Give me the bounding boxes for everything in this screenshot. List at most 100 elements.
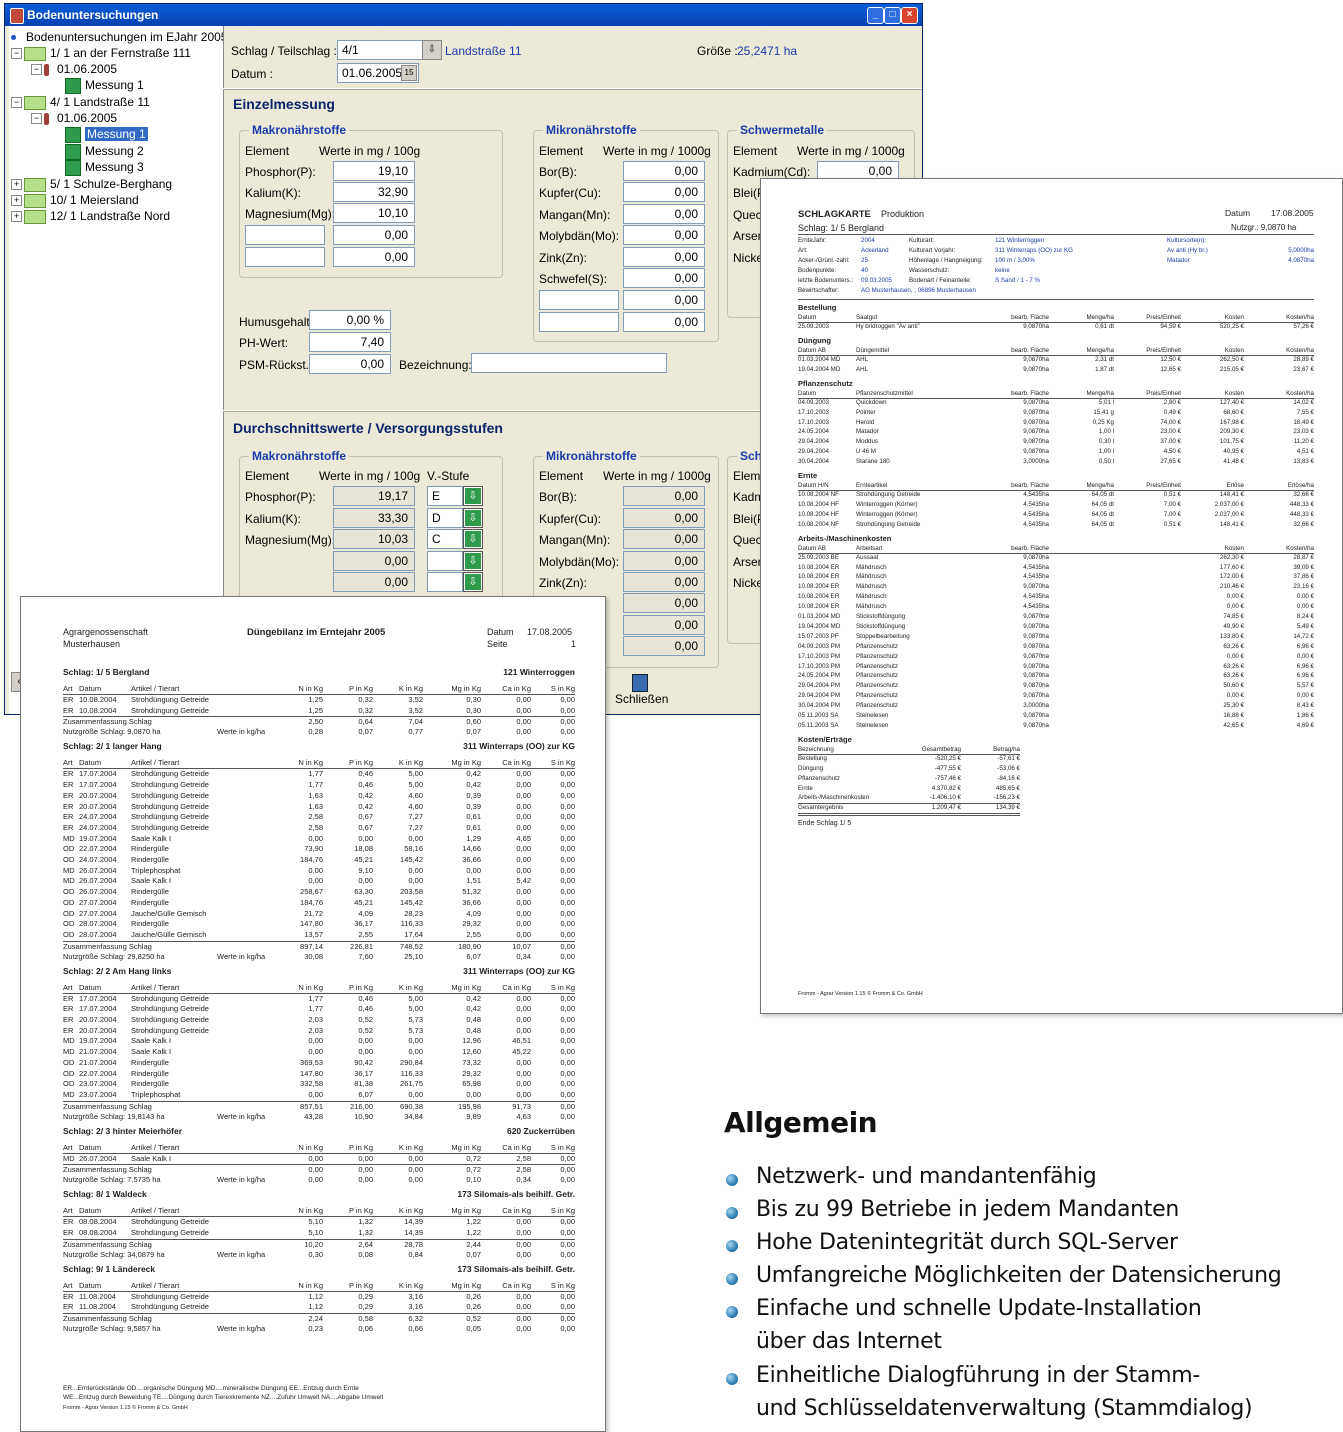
tree-root[interactable]: Bodenuntersuchungen im EJahr 2005: [11, 29, 223, 45]
tree-item-schlag-4[interactable]: −4/ 1 Landstraße 11: [11, 94, 150, 110]
zink-input[interactable]: 0,00: [623, 247, 705, 267]
element-input[interactable]: [245, 247, 325, 267]
cell: keine: [995, 267, 1010, 274]
col-element: Element: [539, 144, 584, 158]
cell: Schlag: 2/ 3 hinter Meierhöfer: [63, 1125, 183, 1136]
cell: Strohdüngung Getreide: [131, 993, 209, 1003]
tree-item-messung-selected[interactable]: Messung 1: [65, 126, 148, 143]
table-cell: 0,51 €: [1163, 520, 1181, 528]
cell: 0,00: [308, 1175, 323, 1185]
cell: 10,20: [304, 1239, 323, 1249]
collapse-icon[interactable]: −: [11, 48, 22, 60]
row-label: Kalium(K):: [245, 186, 302, 200]
table-cell: 6,96 €: [1296, 672, 1314, 680]
cell: Acker-/Grünl.-zahl:: [798, 257, 850, 264]
table-cell: 15,41 g: [1093, 408, 1114, 416]
cell: 0,46: [358, 780, 373, 790]
cell: 2,64: [358, 1239, 373, 1249]
tree-item-schlag-5[interactable]: +5/ 1 Schulze-Berghang: [11, 176, 172, 192]
magnesium-input[interactable]: 10,10: [333, 203, 415, 223]
close-icon[interactable]: ×: [901, 7, 918, 24]
schlag-input[interactable]: 4/1: [337, 40, 423, 60]
tree-item-messung[interactable]: Messung 2: [65, 143, 144, 160]
bezeichnung-input[interactable]: [471, 353, 667, 373]
phosphor-input[interactable]: 19,10: [333, 161, 415, 181]
value-input[interactable]: 0,00: [333, 225, 415, 245]
tree-item-messung[interactable]: Messung 1: [65, 77, 144, 94]
cell: S in Kg: [550, 982, 575, 992]
cell: 0,58: [358, 1314, 373, 1324]
tree-item-schlag-1[interactable]: −1/ 1 an der Fernstraße 111: [11, 45, 191, 61]
molybdaen-input[interactable]: 0,00: [623, 225, 705, 245]
stufe-input[interactable]: D: [427, 508, 463, 528]
schwefel-input[interactable]: 0,00: [623, 268, 705, 288]
table-cell: Pflanzenschutz: [856, 642, 898, 650]
tree-item-schlag-10[interactable]: +10/ 1 Meiersland: [11, 192, 139, 208]
schlag-picker-icon[interactable]: ⇩: [422, 40, 442, 60]
cell: Rindergülle: [131, 844, 169, 854]
stufe-input[interactable]: [427, 551, 463, 571]
tree-item-date[interactable]: −01.06.2005: [31, 61, 117, 77]
calendar-icon[interactable]: 15: [401, 65, 417, 81]
cell: 0,00: [560, 844, 575, 854]
kalium-input[interactable]: 32,90: [333, 182, 415, 202]
expand-icon[interactable]: +: [11, 179, 22, 191]
collapse-icon[interactable]: −: [31, 113, 42, 125]
tree-item-date[interactable]: −01.06.2005: [31, 110, 117, 126]
element-input[interactable]: [245, 225, 325, 245]
minimize-icon[interactable]: _: [867, 7, 884, 24]
cell: Matador: [1167, 257, 1190, 264]
value-input[interactable]: 0,00: [333, 247, 415, 267]
psm-input[interactable]: 0,00: [309, 354, 391, 374]
bullet-icon: [726, 1306, 738, 1318]
row-label: Mangan(Mn):: [539, 208, 611, 222]
maximize-icon[interactable]: □: [884, 7, 901, 24]
value-input[interactable]: 0,00: [623, 290, 705, 310]
report-footer: Fromm - Agrar Version 1.15 © Fromm & Co.…: [63, 1405, 188, 1411]
mangan-input[interactable]: 0,00: [623, 204, 705, 224]
cell: 690,38: [400, 1101, 423, 1111]
cell: MD: [63, 876, 75, 886]
cell: 0,00: [560, 1079, 575, 1089]
arrow-down-icon[interactable]: ⇩: [463, 529, 483, 549]
cell: Schlag: 9/ 1 Ländereck: [63, 1263, 156, 1274]
table-row: MD 26.07.2004 Saale Kalk I 0,00 0,00 0,00 0,72…: [21, 1154, 605, 1165]
cell: 7,04: [408, 717, 423, 727]
cell: 10.08.2004: [79, 705, 117, 715]
bor-input[interactable]: 0,00: [623, 161, 705, 181]
cell: 24.07.2004: [79, 822, 117, 832]
cell: P in Kg: [348, 1206, 373, 1216]
close-button[interactable]: Schließen: [615, 674, 668, 706]
element-input[interactable]: [539, 312, 619, 332]
field-icon: [24, 193, 46, 208]
stufe-input[interactable]: E: [427, 486, 463, 506]
collapse-icon[interactable]: −: [31, 64, 42, 76]
arrow-down-icon[interactable]: ⇩: [463, 551, 483, 571]
humus-input[interactable]: 0,00 %: [309, 310, 391, 330]
stufe-input[interactable]: C: [427, 529, 463, 549]
table-cell: Herold: [856, 418, 875, 426]
kupfer-input[interactable]: 0,00: [623, 182, 705, 202]
table-cell: 19.04.2004 MD: [798, 365, 841, 373]
cell: Rindergülle: [131, 1057, 169, 1067]
expand-icon[interactable]: +: [11, 195, 22, 207]
cell: 7,27: [408, 812, 423, 822]
value-input[interactable]: 0,00: [623, 312, 705, 332]
table-cell: Pflanzenschutz: [856, 662, 898, 670]
tree-item-schlag-12[interactable]: +12/ 1 Landstraße Nord: [11, 208, 170, 224]
table-row: OD 22.07.2004 Rindergülle 147,80 36,17 116,33…: [21, 1069, 605, 1080]
arrow-down-icon[interactable]: ⇩: [463, 572, 483, 592]
arrow-down-icon[interactable]: ⇩: [463, 508, 483, 528]
arrow-down-icon[interactable]: ⇩: [463, 486, 483, 506]
cell: 0,00: [516, 1228, 531, 1237]
stufe-input[interactable]: [427, 572, 463, 592]
table-row: MD 19.07.2004 Saale Kalk I 0,00 0,00 0,00 1,29…: [21, 834, 605, 845]
schlagkarte-subtitle: Produktion: [881, 209, 925, 219]
cell: 0,00: [358, 833, 373, 843]
element-input[interactable]: [539, 290, 619, 310]
ph-input[interactable]: 7,40: [309, 332, 391, 352]
cell: N in Kg: [298, 684, 323, 693]
expand-icon[interactable]: +: [11, 211, 22, 223]
collapse-icon[interactable]: −: [11, 97, 22, 109]
tree-item-messung[interactable]: Messung 3: [65, 159, 144, 176]
